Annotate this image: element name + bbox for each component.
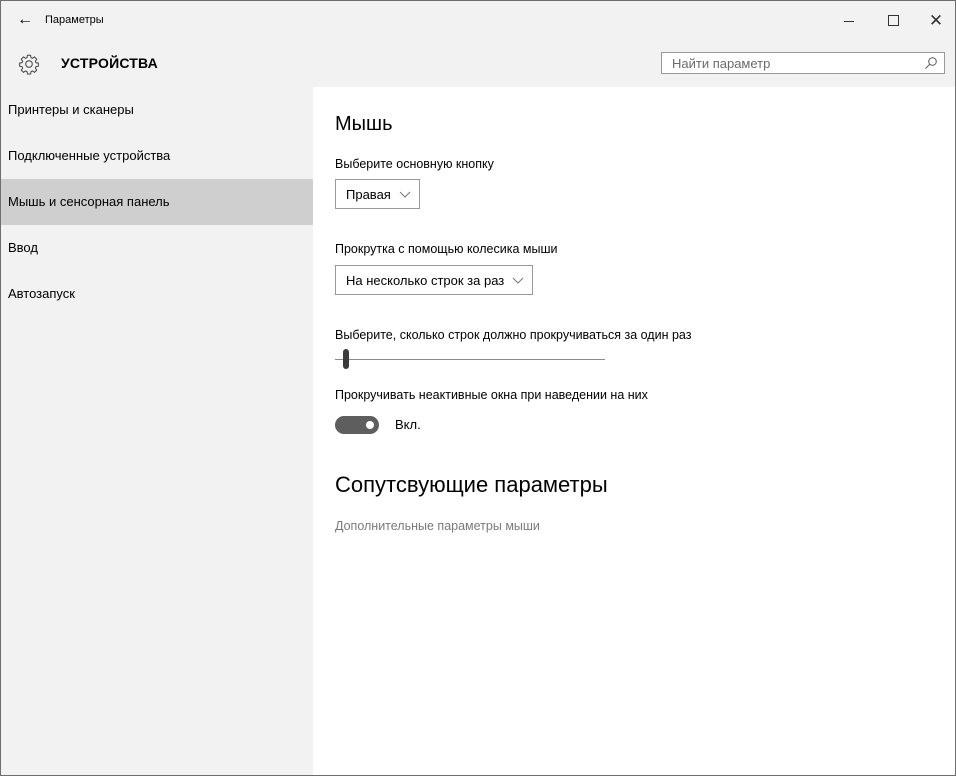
primary-button-dropdown[interactable]: Правая [335,179,420,209]
sidebar-item-printers[interactable]: Принтеры и сканеры [1,87,313,133]
sidebar-item-autoplay[interactable]: Автозапуск [1,271,313,317]
settings-header: УСТРОЙСТВА Найти параметр [1,41,955,87]
minimize-icon [844,20,854,22]
primary-button-label: Выберите основную кнопку [335,157,494,171]
sidebar-item-mouse-touchpad[interactable]: Мышь и сенсорная панель [1,179,313,225]
lines-slider-thumb[interactable] [343,349,350,369]
minimize-button[interactable] [834,9,864,31]
chevron-down-icon [399,191,411,198]
wheel-scroll-label: Прокрутка с помощью колесика мыши [335,242,558,256]
close-icon: ✕ [928,10,944,30]
title-bar: ← Параметры ✕ [1,1,955,41]
lines-slider-track[interactable] [335,359,605,360]
main-content: Мышь Выберите основную кнопку Правая Про… [313,87,955,775]
sidebar: Принтеры и сканеры Подключенные устройст… [1,87,313,775]
settings-window: ← Параметры ✕ УСТРОЙСТВА Найти параметр [0,0,956,776]
back-arrow-icon[interactable]: ← [17,11,33,29]
search-icon[interactable] [924,56,938,70]
toggle-knob [366,421,374,429]
close-button[interactable]: ✕ [921,9,951,31]
maximize-icon [887,14,899,26]
primary-button-value: Правая [346,186,391,202]
inactive-scroll-toggle[interactable] [335,416,379,434]
page-title: Мышь [335,113,393,135]
sidebar-item-connected-devices[interactable]: Подключенные устройства [1,133,313,179]
inactive-scroll-label: Прокручивать неактивные окна при наведен… [335,388,648,402]
chevron-down-icon [512,277,524,284]
window-title: Параметры [45,14,104,26]
lines-to-scroll-label: Выберите, сколько строк должно прокручив… [335,328,692,342]
gear-icon [19,54,39,75]
section-title: УСТРОЙСТВА [61,55,158,71]
search-input[interactable]: Найти параметр [661,52,945,74]
wheel-scroll-value: На несколько строк за раз [346,272,505,288]
wheel-scroll-dropdown[interactable]: На несколько строк за раз [335,265,534,295]
toggle-state-label: Вкл. [395,417,421,432]
search-placeholder: Найти параметр [672,56,771,71]
additional-mouse-options-link[interactable]: Дополнительные параметры мыши [335,519,540,533]
sidebar-item-typing[interactable]: Ввод [1,225,313,271]
related-settings-title: Сопутсвующие параметры [335,472,608,497]
maximize-button[interactable] [878,9,908,31]
